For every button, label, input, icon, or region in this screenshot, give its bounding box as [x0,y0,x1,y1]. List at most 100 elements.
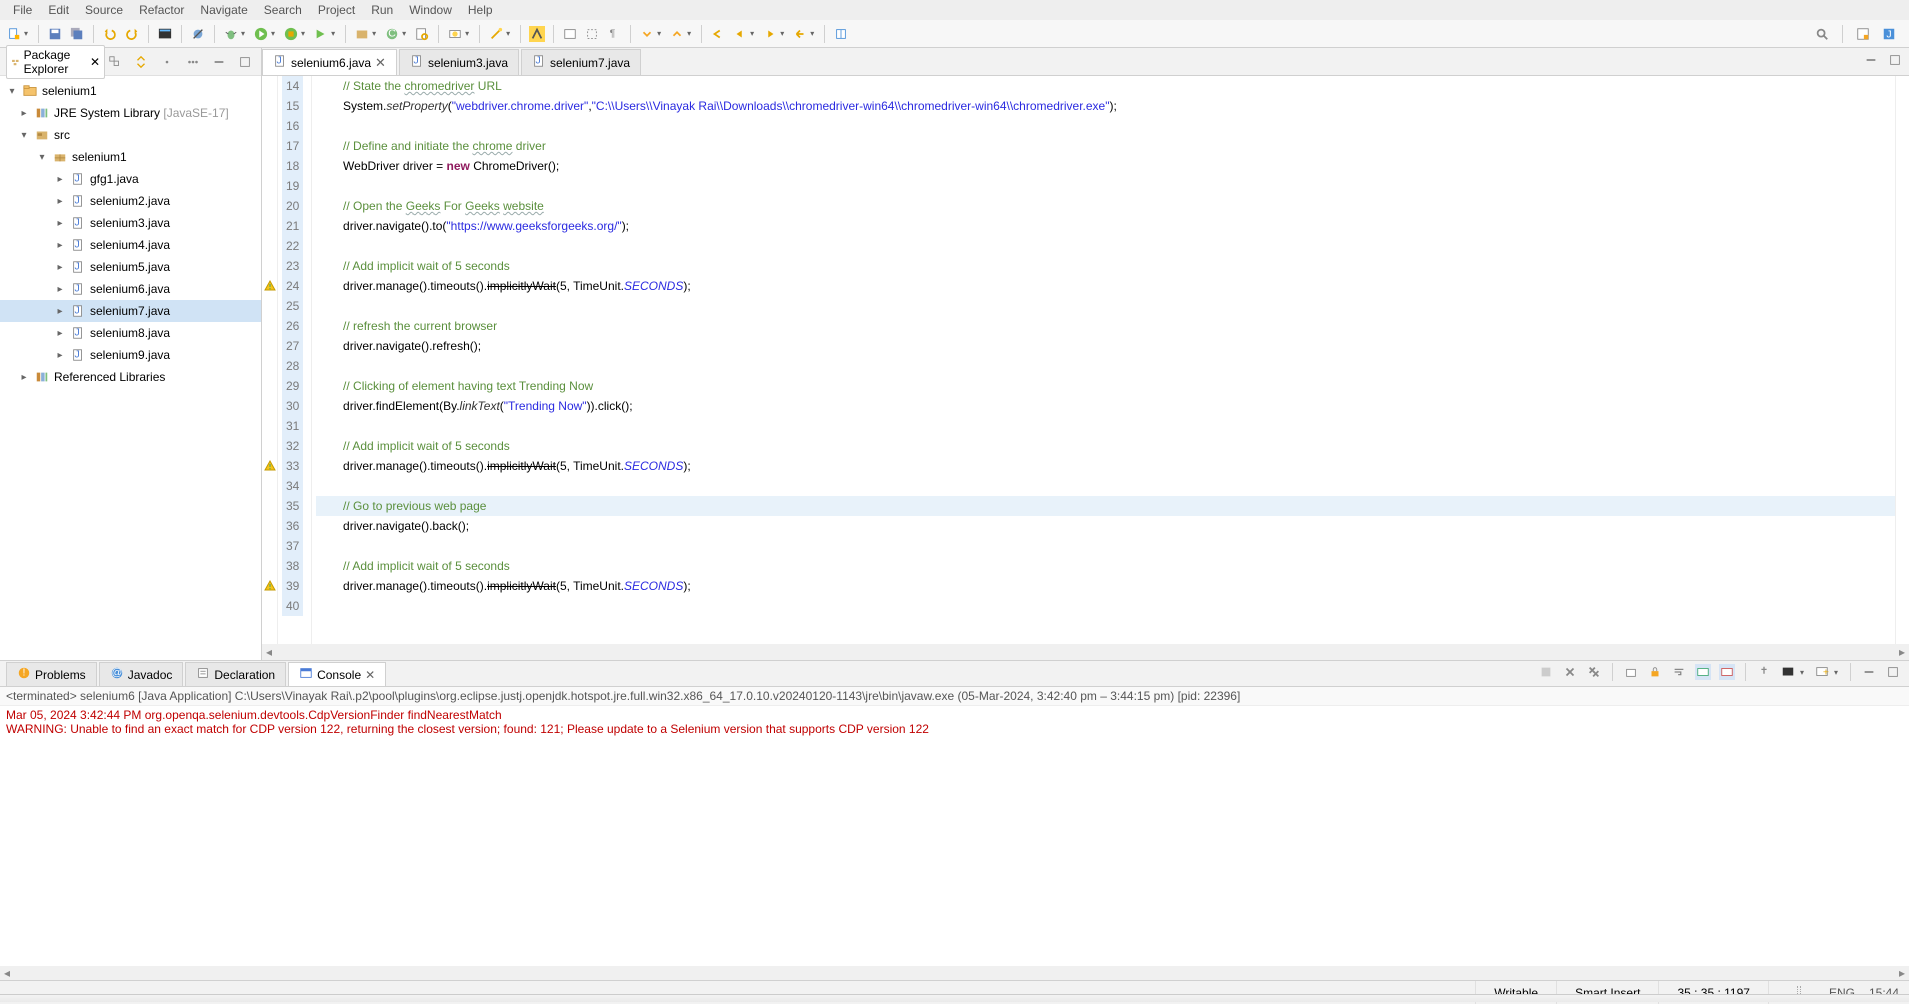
dropdown-arrow-icon[interactable]: ▾ [506,29,510,38]
toggle-mark-button[interactable] [529,26,545,42]
collapse-all-button[interactable] [107,54,123,70]
tree-file-selenium9-java[interactable]: ▸ J selenium9.java [0,344,261,366]
expand-toggle[interactable]: ▸ [54,174,66,185]
expand-toggle[interactable]: ▸ [54,196,66,207]
minimize-button[interactable] [211,54,227,70]
tree-file-selenium7-java[interactable]: ▸ J selenium7.java [0,300,261,322]
close-icon[interactable]: ✕ [375,55,386,71]
expand-toggle[interactable]: ▾ [6,86,18,97]
dropdown-arrow-icon[interactable]: ▾ [402,29,406,38]
dropdown-arrow-icon[interactable]: ▾ [301,29,305,38]
word-wrap-button[interactable] [1671,664,1687,680]
view-menu-button[interactable] [185,54,201,70]
tree-file-selenium8-java[interactable]: ▸ J selenium8.java [0,322,261,344]
editor-tab-selenium7-java[interactable]: J selenium7.java [521,49,641,75]
editor-body[interactable]: 1415161718192021222324252627282930313233… [262,76,1909,644]
new-button[interactable] [6,26,22,42]
dropdown-arrow-icon[interactable]: ▾ [331,29,335,38]
clear-console-button[interactable] [1623,664,1639,680]
tree-jre[interactable]: ▸ JRE System Library [JavaSE-17] [0,102,261,124]
expand-toggle[interactable]: ▸ [54,240,66,251]
line-number-gutter[interactable]: 1415161718192021222324252627282930313233… [278,76,312,644]
open-type-button[interactable] [414,26,430,42]
show-on-stdout-button[interactable] [1695,664,1711,680]
focus-button[interactable] [159,54,175,70]
maximize-editor-button[interactable] [1887,52,1903,68]
tree-file-selenium2-java[interactable]: ▸ J selenium2.java [0,190,261,212]
view-tab-javadoc[interactable]: @ Javadoc [99,662,184,686]
console-output[interactable]: Mar 05, 2024 3:42:44 PM org.openqa.selen… [0,706,1909,966]
quick-access-search-icon[interactable] [1814,26,1830,42]
run-last-button[interactable] [313,26,329,42]
menu-window[interactable]: Window [401,1,460,19]
expand-toggle[interactable]: ▸ [54,306,66,317]
link-editor-button[interactable] [133,54,149,70]
package-explorer-tab[interactable]: Package Explorer ✕ [6,45,105,79]
dropdown-arrow-icon[interactable]: ▾ [1800,668,1804,677]
redo-button[interactable] [124,26,140,42]
remove-launch-button[interactable] [1562,664,1578,680]
tree-project[interactable]: ▾ selenium1 [0,80,261,102]
next-annotation-button[interactable] [639,26,655,42]
back-nav-button[interactable] [792,26,808,42]
prev-annotation-button[interactable] [669,26,685,42]
expand-toggle[interactable]: ▾ [36,152,48,163]
package-explorer-tree[interactable]: ▾ selenium1 ▸ JRE System Library [JavaSE… [0,76,261,660]
dropdown-arrow-icon[interactable]: ▾ [1834,668,1838,677]
expand-toggle[interactable]: ▸ [18,108,30,119]
remove-all-button[interactable] [1586,664,1602,680]
tree-file-selenium6-java[interactable]: ▸ J selenium6.java [0,278,261,300]
menu-help[interactable]: Help [460,1,501,19]
expand-toggle[interactable]: ▸ [54,218,66,229]
view-tab-console[interactable]: Console ✕ [288,662,386,686]
tree-file-selenium4-java[interactable]: ▸ J selenium4.java [0,234,261,256]
expand-toggle[interactable]: ▸ [54,350,66,361]
menu-edit[interactable]: Edit [40,1,77,19]
show-whitespace-button[interactable]: ¶ [606,26,622,42]
menu-project[interactable]: Project [310,1,363,19]
search-button[interactable] [447,26,463,42]
dropdown-arrow-icon[interactable]: ▾ [657,29,661,38]
console-horizontal-scrollbar[interactable]: ◂ ▸ [0,966,1909,980]
last-edit-button[interactable] [710,26,726,42]
menu-refactor[interactable]: Refactor [131,1,192,19]
expand-toggle[interactable]: ▸ [18,372,30,383]
menu-source[interactable]: Source [77,1,131,19]
maximize-button[interactable] [237,54,253,70]
tree-file-selenium5-java[interactable]: ▸ J selenium5.java [0,256,261,278]
menu-search[interactable]: Search [256,1,310,19]
scroll-right-icon[interactable]: ▸ [1895,645,1909,659]
tree-src[interactable]: ▾ src [0,124,261,146]
dropdown-arrow-icon[interactable]: ▾ [372,29,376,38]
minimize-view-button[interactable] [1861,664,1877,680]
forward-history-button[interactable] [762,26,778,42]
undo-button[interactable] [102,26,118,42]
open-console-button[interactable]: + [1814,664,1830,680]
menu-file[interactable]: File [5,1,40,19]
open-perspective-button[interactable] [1855,26,1871,42]
close-icon[interactable]: ✕ [365,668,375,682]
dropdown-arrow-icon[interactable]: ▾ [24,29,28,38]
block-select-button[interactable] [584,26,600,42]
pin-console-button[interactable] [1756,664,1772,680]
show-on-stderr-button[interactable] [1719,664,1735,680]
dropdown-arrow-icon[interactable]: ▾ [271,29,275,38]
coverage-button[interactable] [283,26,299,42]
new-package-button[interactable] [354,26,370,42]
minimize-editor-button[interactable] [1863,52,1879,68]
editor-tab-selenium6-java[interactable]: J selenium6.java ✕ [262,49,397,75]
new-class-button[interactable]: C [384,26,400,42]
view-tab-declaration[interactable]: Declaration [185,662,286,686]
close-icon[interactable]: ✕ [90,55,100,69]
code-area[interactable]: // State the chromedriver URL System.set… [312,76,1895,644]
back-history-button[interactable] [732,26,748,42]
pin-editor-button[interactable] [833,26,849,42]
save-button[interactable] [47,26,63,42]
expand-toggle[interactable]: ▸ [54,328,66,339]
terminal-button[interactable] [157,26,173,42]
tree-package[interactable]: ▾ selenium1 [0,146,261,168]
editor-horizontal-scrollbar[interactable]: ◂ ▸ [262,644,1909,660]
dropdown-arrow-icon[interactable]: ▾ [780,29,784,38]
editor-tab-selenium3-java[interactable]: J selenium3.java [399,49,519,75]
tree-file-selenium3-java[interactable]: ▸ J selenium3.java [0,212,261,234]
